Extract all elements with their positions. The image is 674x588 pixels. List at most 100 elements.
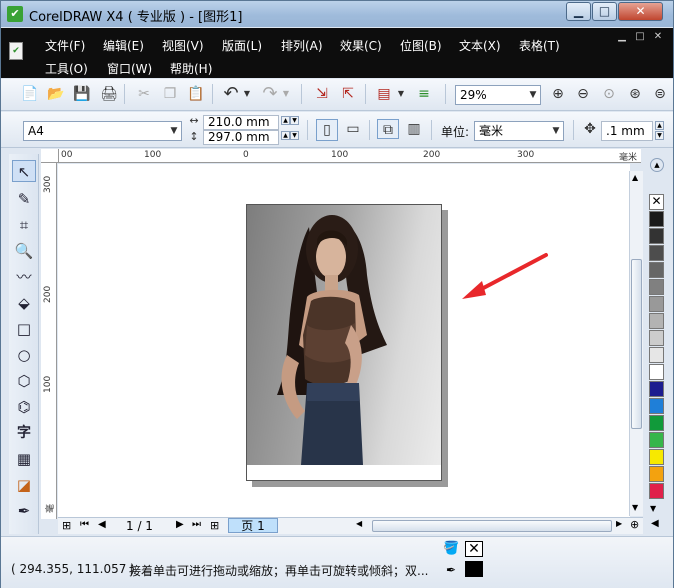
coreldraw-app-icon[interactable]: ✔ bbox=[7, 6, 23, 22]
color-swatch[interactable] bbox=[649, 313, 664, 329]
color-swatch[interactable] bbox=[649, 330, 664, 346]
color-swatch[interactable] bbox=[649, 449, 664, 465]
export-icon[interactable]: ⇱ bbox=[337, 84, 359, 104]
all-pages-icon[interactable]: ⧉ bbox=[377, 119, 399, 139]
first-page-icon[interactable]: ⏮ bbox=[80, 519, 89, 530]
page-height-field[interactable]: 297.0 mm bbox=[203, 130, 279, 145]
close-button[interactable]: ✕ bbox=[618, 2, 663, 21]
new-icon[interactable]: 📄 bbox=[19, 84, 41, 104]
zoom-width-icon[interactable]: ⊜ bbox=[649, 84, 671, 104]
undo-dropdown-icon[interactable]: ▼ bbox=[241, 84, 253, 104]
paste-icon[interactable]: 📋 bbox=[185, 84, 207, 104]
scroll-left-icon[interactable]: ◀ bbox=[356, 519, 362, 528]
color-swatch[interactable] bbox=[649, 228, 664, 244]
menu-arrange[interactable]: 排列(A) bbox=[281, 37, 323, 54]
portrait-icon[interactable]: ▯ bbox=[316, 119, 338, 141]
redo-dropdown-icon[interactable]: ▼ bbox=[280, 84, 292, 104]
shape-tool-icon[interactable]: ✎ bbox=[12, 188, 36, 210]
menu-table[interactable]: 表格(T) bbox=[519, 37, 560, 54]
ruler-origin[interactable] bbox=[41, 149, 59, 163]
cut-icon[interactable]: ✂ bbox=[133, 84, 155, 104]
import-icon[interactable]: ⇲ bbox=[311, 84, 333, 104]
width-spin-down[interactable]: ▼ bbox=[290, 116, 299, 125]
menu-window[interactable]: 窗口(W) bbox=[107, 60, 152, 77]
save-icon[interactable]: 💾 bbox=[71, 84, 93, 104]
zoom-navigator-icon[interactable]: ⊕ bbox=[630, 518, 639, 531]
ellipse-tool-icon[interactable]: ○ bbox=[12, 344, 36, 366]
menu-bitmaps[interactable]: 位图(B) bbox=[400, 37, 442, 54]
crop-tool-icon[interactable]: ⌗ bbox=[12, 214, 36, 236]
redo-icon[interactable]: ↷ bbox=[259, 84, 281, 104]
vertical-ruler[interactable]: 300 200 100 毫 bbox=[41, 163, 57, 519]
minimize-button[interactable]: ▁ bbox=[566, 2, 591, 21]
menu-file[interactable]: 文件(F) bbox=[45, 37, 85, 54]
document-icon[interactable]: ✔ bbox=[9, 42, 23, 60]
pick-tool-icon[interactable]: ↖ bbox=[12, 160, 36, 182]
color-swatch[interactable] bbox=[649, 279, 664, 295]
menu-effects[interactable]: 效果(C) bbox=[340, 37, 382, 54]
zoom-in-icon[interactable]: ⊕ bbox=[547, 84, 569, 104]
basic-shapes-tool-icon[interactable]: ⌬ bbox=[12, 396, 36, 418]
open-icon[interactable]: 📂 bbox=[45, 84, 67, 104]
vertical-scroll-thumb[interactable] bbox=[631, 259, 642, 429]
next-page-icon[interactable]: ▶ bbox=[176, 519, 184, 530]
eyedropper-tool-icon[interactable]: ✒ bbox=[12, 500, 36, 522]
units-combo[interactable]: 毫米 ▼ bbox=[474, 121, 564, 141]
scroll-down-icon[interactable]: ▼ bbox=[632, 503, 638, 512]
zoom-out-icon[interactable]: ⊖ bbox=[572, 84, 594, 104]
palette-scroll-down-icon[interactable]: ▼ bbox=[650, 504, 656, 513]
zoom-level-combo[interactable]: 29% ▼ bbox=[455, 85, 541, 105]
color-swatch[interactable] bbox=[649, 296, 664, 312]
color-swatch[interactable] bbox=[649, 398, 664, 414]
interactive-blend-tool-icon[interactable]: ◪ bbox=[12, 474, 36, 496]
copy-icon[interactable]: ❐ bbox=[159, 84, 181, 104]
height-spin-up[interactable]: ▲ bbox=[281, 131, 290, 140]
print-icon[interactable]: 🖨 bbox=[98, 84, 120, 104]
width-spin-up[interactable]: ▲ bbox=[281, 116, 290, 125]
maximize-button[interactable]: □ bbox=[592, 2, 617, 21]
imported-photo[interactable] bbox=[247, 205, 441, 465]
last-page-icon[interactable]: ⏭ bbox=[192, 519, 201, 530]
smart-fill-tool-icon[interactable]: ⬙ bbox=[12, 292, 36, 314]
menu-edit[interactable]: 编辑(E) bbox=[103, 37, 144, 54]
color-swatch[interactable] bbox=[649, 245, 664, 261]
menu-view[interactable]: 视图(V) bbox=[162, 37, 204, 54]
menu-tools[interactable]: 工具(O) bbox=[45, 60, 88, 77]
add-page-before-icon[interactable]: ⊞ bbox=[62, 519, 71, 532]
menu-layout[interactable]: 版面(L) bbox=[222, 37, 262, 54]
menu-text[interactable]: 文本(X) bbox=[459, 37, 501, 54]
chevron-down-icon[interactable]: ▼ bbox=[549, 122, 563, 140]
fill-color-indicator[interactable]: ✕ bbox=[465, 541, 483, 557]
nudge-spin-down[interactable]: ▼ bbox=[655, 131, 664, 140]
outline-color-indicator[interactable] bbox=[465, 561, 483, 577]
paper-size-combo[interactable]: A4 ▼ bbox=[23, 121, 182, 141]
doc-close-button[interactable]: ✕ bbox=[651, 31, 665, 43]
palette-expand-icon[interactable]: ◀ bbox=[651, 518, 659, 529]
color-swatch[interactable] bbox=[649, 364, 664, 380]
chevron-down-icon[interactable]: ▼ bbox=[526, 86, 540, 104]
scroll-up-icon[interactable]: ▲ bbox=[632, 173, 638, 182]
zoom-page-icon[interactable]: ⊛ bbox=[624, 84, 646, 104]
drawing-page[interactable] bbox=[246, 204, 442, 481]
color-swatch[interactable] bbox=[649, 432, 664, 448]
no-fill-swatch[interactable]: ✕ bbox=[649, 194, 664, 210]
horizontal-scroll-thumb[interactable] bbox=[372, 520, 612, 532]
color-swatch[interactable] bbox=[649, 415, 664, 431]
add-page-after-icon[interactable]: ⊞ bbox=[210, 519, 219, 532]
vertical-scrollbar[interactable]: ▲ ▼ bbox=[629, 171, 643, 516]
horizontal-ruler[interactable]: 00 100 0 100 200 300 毫米 bbox=[59, 149, 641, 163]
page-tab-1[interactable]: 页 1 bbox=[228, 518, 278, 533]
table-tool-icon[interactable]: ▦ bbox=[12, 448, 36, 470]
text-tool-icon[interactable]: 字 bbox=[12, 422, 36, 444]
polygon-tool-icon[interactable]: ⬡ bbox=[12, 370, 36, 392]
color-swatch[interactable] bbox=[649, 483, 664, 499]
nudge-spin-up[interactable]: ▲ bbox=[655, 121, 664, 130]
palette-scroll-up-icon[interactable]: ▲ bbox=[650, 158, 664, 172]
current-page-icon[interactable]: ▥ bbox=[403, 119, 425, 139]
zoom-tool-icon[interactable]: 🔍 bbox=[12, 240, 36, 262]
nudge-distance-field[interactable]: .1 mm bbox=[601, 121, 653, 141]
chevron-down-icon[interactable]: ▼ bbox=[167, 122, 181, 140]
page-width-field[interactable]: 210.0 mm bbox=[203, 115, 279, 130]
menu-help[interactable]: 帮助(H) bbox=[170, 60, 212, 77]
app-launcher-icon[interactable]: ▤ bbox=[373, 84, 395, 104]
